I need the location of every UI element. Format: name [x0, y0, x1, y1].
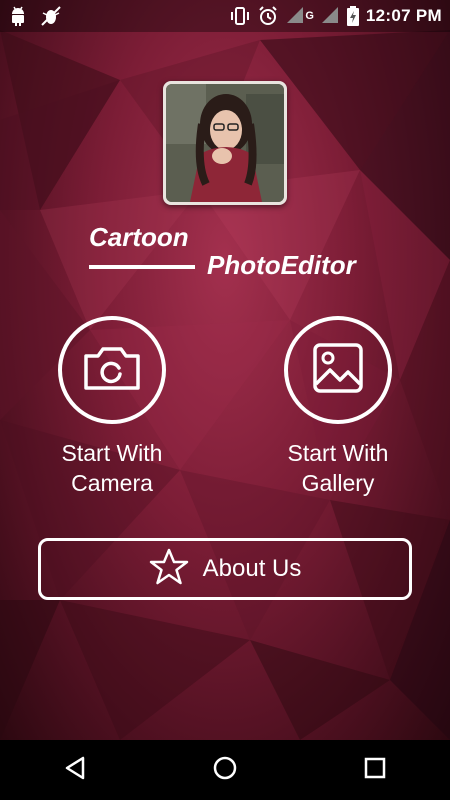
vibrate-icon — [229, 5, 251, 27]
signal-icon — [285, 5, 305, 27]
start-camera-button[interactable]: Start With Camera — [24, 316, 200, 498]
gallery-label-line1: Start With — [287, 440, 389, 466]
title-photoeditor: PhotoEditor — [207, 250, 356, 280]
network-type-label: G — [305, 10, 314, 22]
navigation-bar — [0, 740, 450, 800]
star-icon — [149, 548, 189, 591]
status-time: 12:07 PM — [365, 6, 442, 25]
nav-back-button[interactable] — [45, 740, 105, 800]
nav-home-button[interactable] — [195, 740, 255, 800]
android-icon — [8, 5, 30, 27]
title-cartoon: Cartoon — [89, 222, 189, 252]
camera-circle[interactable] — [58, 316, 166, 424]
about-us-button[interactable]: About Us — [38, 538, 412, 600]
signal-icon — [320, 5, 340, 27]
camera-label: Start With Camera — [24, 438, 200, 498]
image-icon — [312, 342, 364, 399]
title-underline — [89, 265, 195, 269]
camera-label-line2: Camera — [71, 470, 153, 496]
gallery-label: Start With Gallery — [250, 438, 426, 498]
bug-off-icon — [40, 5, 62, 27]
camera-label-line1: Start With — [61, 440, 163, 466]
alarm-icon — [257, 5, 279, 27]
app-logo — [163, 81, 287, 205]
home-icon — [213, 756, 237, 785]
recents-icon — [364, 757, 386, 784]
about-us-label: About Us — [202, 555, 302, 582]
battery-charging-icon — [346, 5, 360, 27]
app-screen: G 12:07 PM Cartoon PhotoEditor Start Wit… — [0, 0, 450, 800]
start-gallery-button[interactable]: Start With Gallery — [250, 316, 426, 498]
gallery-circle[interactable] — [284, 316, 392, 424]
gallery-label-line2: Gallery — [301, 470, 375, 496]
nav-recents-button[interactable] — [345, 740, 405, 800]
camera-icon — [82, 344, 142, 397]
status-bar: G 12:07 PM — [0, 0, 450, 32]
back-icon — [64, 756, 86, 785]
logo-photo — [166, 84, 284, 202]
